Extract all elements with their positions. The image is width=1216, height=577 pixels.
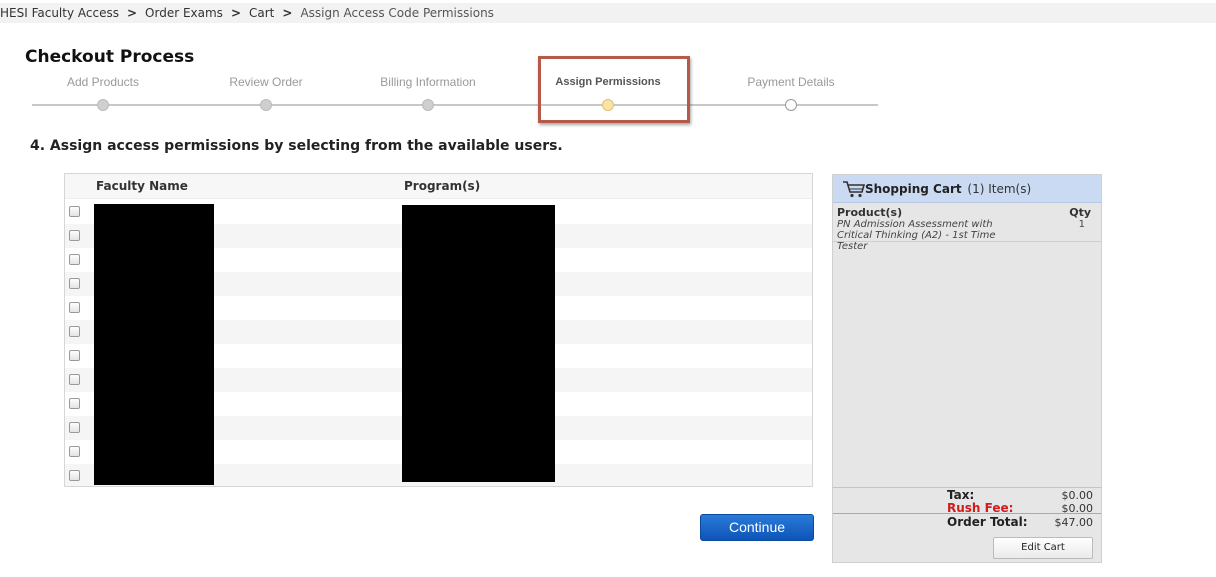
breadcrumb-hesi-faculty-access[interactable]: HESI Faculty Access: [0, 6, 119, 20]
cart-item-name: PN Admission Assessment with Critical Th…: [837, 219, 996, 252]
breadcrumb-separator: >: [230, 6, 241, 20]
breadcrumb: HESI Faculty Access > Order Exams > Cart > Ass…: [0, 3, 1216, 23]
order-total-value: $47.00: [1054, 516, 1094, 529]
redacted-programs: [402, 205, 555, 482]
user-checkbox[interactable]: [69, 446, 80, 457]
cart-item-qty: 1: [1078, 219, 1085, 230]
step-dot: [422, 99, 434, 111]
user-table: Faculty Name Program(s): [64, 173, 813, 487]
shopping-cart-icon: [843, 181, 866, 198]
checkout-stepper: Add Products Review Order Billing Inform…: [28, 70, 880, 120]
order-total-label: Order Total:: [947, 515, 1028, 529]
cart-title: Shopping Cart: [865, 182, 962, 196]
cart-divider: [833, 241, 1101, 242]
user-checkbox[interactable]: [69, 326, 80, 337]
instruction-heading: 4. Assign access permissions by selectin…: [30, 138, 563, 154]
step-review-order: Review Order: [186, 70, 346, 111]
step-label: Payment Details: [747, 75, 835, 89]
cart-column-qty: Qty: [1069, 206, 1091, 219]
continue-button[interactable]: Continue: [700, 514, 814, 541]
user-checkbox[interactable]: [69, 470, 80, 481]
step-dot: [97, 99, 109, 111]
active-step-highlight: [538, 56, 690, 123]
breadcrumb-current: Assign Access Code Permissions: [300, 6, 494, 20]
column-header-programs: Program(s): [404, 179, 481, 193]
page-title: Checkout Process: [25, 47, 195, 67]
step-add-products: Add Products: [23, 70, 183, 111]
tax-value: $0.00: [1061, 489, 1094, 502]
table-header: Faculty Name Program(s): [65, 174, 812, 199]
column-header-faculty-name: Faculty Name: [96, 179, 188, 193]
shopping-cart-panel: Shopping Cart (1) Item(s) Product(s) Qty…: [832, 174, 1102, 563]
user-checkbox[interactable]: [69, 254, 80, 265]
step-dot: [785, 99, 797, 111]
step-payment-details: Payment Details: [711, 70, 871, 111]
step-label: Billing Information: [380, 75, 476, 89]
stepper-track: [32, 104, 878, 106]
cart-divider: [833, 513, 1101, 514]
user-checkbox[interactable]: [69, 422, 80, 433]
user-checkbox[interactable]: [69, 302, 80, 313]
user-checkbox[interactable]: [69, 398, 80, 409]
breadcrumb-cart[interactable]: Cart: [249, 6, 274, 20]
step-label: Review Order: [229, 75, 303, 89]
step-label: Add Products: [66, 75, 140, 89]
edit-cart-button[interactable]: Edit Cart: [993, 537, 1093, 559]
user-checkbox[interactable]: [69, 206, 80, 217]
redacted-faculty-names: [94, 204, 214, 485]
cart-column-product: Product(s): [837, 206, 903, 219]
cart-item-count: (1) Item(s): [967, 182, 1032, 196]
cart-header: Shopping Cart (1) Item(s): [833, 175, 1101, 203]
user-checkbox[interactable]: [69, 278, 80, 289]
user-checkbox[interactable]: [69, 374, 80, 385]
user-checkbox[interactable]: [69, 230, 80, 241]
tax-label: Tax:: [947, 488, 975, 502]
breadcrumb-separator: >: [126, 6, 138, 20]
step-dot: [260, 99, 272, 111]
breadcrumb-separator: >: [282, 6, 293, 20]
user-checkbox[interactable]: [69, 350, 80, 361]
step-billing-information: Billing Information: [348, 70, 508, 111]
breadcrumb-order-exams[interactable]: Order Exams: [145, 6, 223, 20]
